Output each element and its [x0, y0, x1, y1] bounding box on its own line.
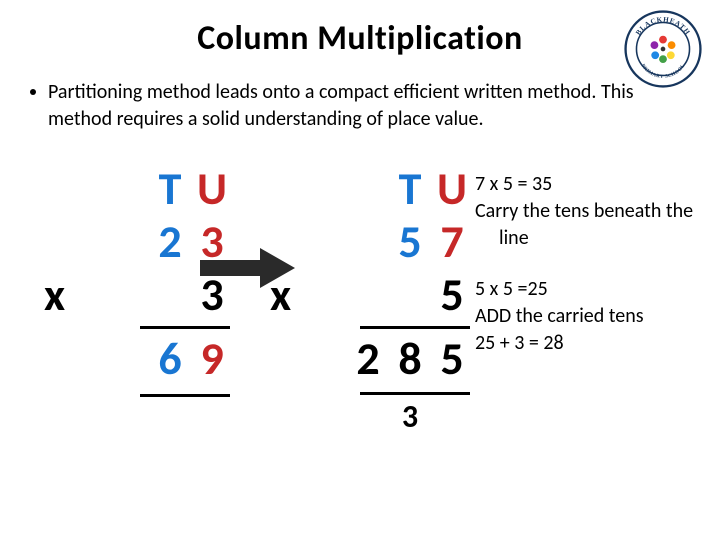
p1-result-tens: 6	[152, 333, 188, 386]
explain-line-1: 7 x 5 = 35	[475, 171, 705, 198]
p1-header-t: T	[152, 163, 188, 216]
p2-result-hundreds: 2	[350, 333, 386, 386]
p2-carry: 3	[392, 399, 428, 436]
p2-top-tens: 5	[392, 216, 428, 269]
p1-result-units: 9	[194, 333, 230, 386]
p1-header-u: U	[194, 163, 230, 216]
p2-rule-1	[360, 326, 470, 329]
p1-multiply-sign: x	[44, 269, 65, 322]
p2-mult-units: 5	[434, 269, 470, 322]
p2-rule-2	[360, 392, 470, 395]
explain-line-2b: line	[475, 225, 705, 252]
school-logo: BLACKHEATH PRIMARY SCHOOL	[624, 10, 702, 88]
explanation: 7 x 5 = 35 Carry the tens beneath the li…	[475, 171, 705, 357]
p2-header-t: T	[392, 163, 428, 216]
bullet-text: Partitioning method leads onto a compact…	[48, 79, 690, 133]
p2-result-tens: 8	[392, 333, 428, 386]
bullet-dot-icon	[30, 89, 36, 95]
bullet-point: Partitioning method leads onto a compact…	[0, 69, 720, 133]
p2-result-units: 5	[434, 333, 470, 386]
problem-2: T U 5 7 x 5 2 8 5 3	[300, 163, 470, 435]
explain-line-4: ADD the carried tens	[475, 303, 705, 330]
p1-rule-1	[140, 326, 230, 329]
p2-multiply-sign: x	[270, 269, 291, 322]
slide-title: Column Multiplication	[0, 0, 720, 69]
p2-top-units: 7	[434, 216, 470, 269]
p2-header-u: U	[434, 163, 470, 216]
p1-top-tens: 2	[152, 216, 188, 269]
p1-rule-2	[140, 394, 230, 397]
explain-line-5: 25 + 3 = 28	[475, 330, 705, 357]
explain-line-3: 5 x 5 =25	[475, 276, 705, 303]
content-area: T U 2 3 x 3 6 9 T U 5 7	[0, 133, 720, 493]
explain-line-2a: Carry the tens beneath the	[475, 198, 705, 225]
